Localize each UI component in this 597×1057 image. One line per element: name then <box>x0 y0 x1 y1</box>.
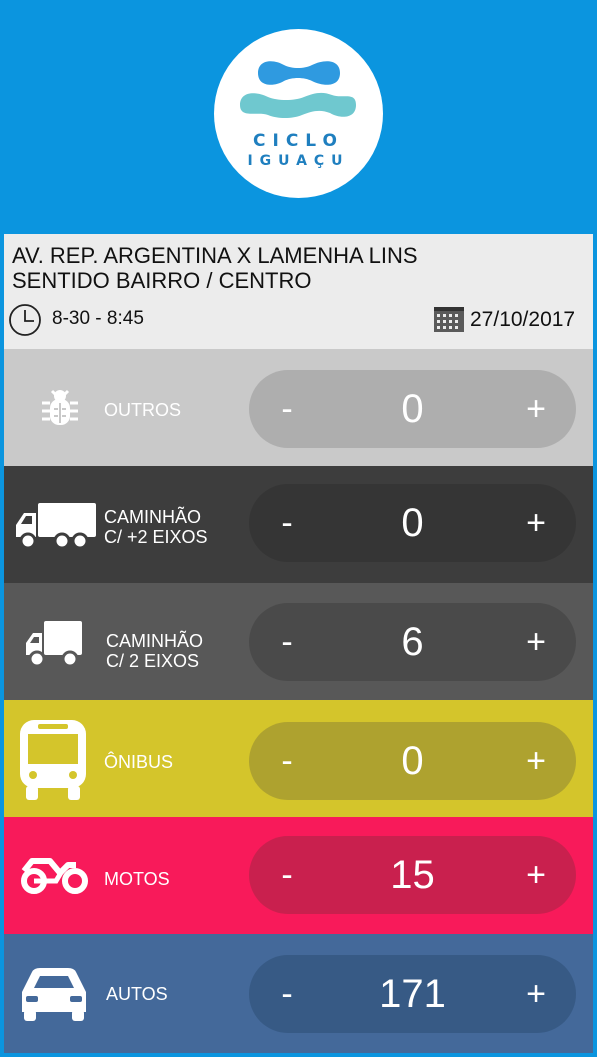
increment-button-onibus[interactable]: + <box>506 722 566 800</box>
increment-button-autos[interactable]: + <box>506 955 566 1033</box>
decrement-button-caminhao-2-eixos[interactable]: - <box>257 603 317 681</box>
motorcycle-icon <box>21 858 88 894</box>
increment-button-caminhao-2-eixos[interactable]: + <box>506 603 566 681</box>
bus-icon <box>20 720 86 800</box>
counter-row-outros: OUTROS - 0 + <box>4 349 593 466</box>
counter-stepper-onibus: - 0 + <box>249 722 576 800</box>
counter-stepper-outros: - 0 + <box>249 370 576 448</box>
small-truck-icon <box>26 621 82 668</box>
increment-button-outros[interactable]: + <box>506 370 566 448</box>
counter-label-autos: AUTOS <box>106 984 168 1004</box>
counter-label-onibus: ÔNIBUS <box>104 752 174 772</box>
counter-row-onibus: ÔNIBUS - 0 + <box>4 700 593 817</box>
ciclo-iguacu-logo: CICLO IGUAÇU <box>214 29 383 198</box>
decrement-button-outros[interactable]: - <box>257 370 317 448</box>
counter-row-autos: AUTOS - 171 + <box>4 934 593 1053</box>
logo-text-iguacu: IGUAÇU <box>247 153 350 169</box>
counter-label-caminhao-2-eixos: CAMINHÃO C/ 2 EIXOS <box>106 631 203 671</box>
bug-icon <box>42 389 78 425</box>
decrement-button-onibus[interactable]: - <box>257 722 317 800</box>
waves-icon <box>240 61 356 118</box>
info-panel: AV. REP. ARGENTINA X LAMENHA LINS SENTID… <box>4 234 593 349</box>
decrement-button-autos[interactable]: - <box>257 955 317 1033</box>
calendar-icon <box>434 307 464 332</box>
logo-text-ciclo: CICLO <box>253 131 344 151</box>
counter-stepper-motos: - 15 + <box>249 836 576 914</box>
counter-label-caminhao-3-eixos: CAMINHÃO C/ +2 EIXOS <box>104 507 208 547</box>
counter-stepper-caminhao-3-eixos: - 0 + <box>249 484 576 562</box>
location-direction: SENTIDO BAIRRO / CENTRO <box>12 268 312 293</box>
count-value-motos: 15 <box>390 853 435 897</box>
count-value-outros: 0 <box>401 387 424 431</box>
counter-label-motos: MOTOS <box>104 869 170 889</box>
truck-icon <box>16 503 96 550</box>
counter-label-outros: OUTROS <box>104 400 182 420</box>
clock-icon <box>9 304 41 336</box>
counter-label-line2: C/ +2 EIXOS <box>104 527 208 547</box>
date: 27/10/2017 <box>470 308 576 331</box>
counter-row-caminhao-2-eixos: CAMINHÃO C/ 2 EIXOS - 6 + <box>4 583 593 700</box>
count-value-caminhao-2-eixos: 6 <box>401 620 424 664</box>
counter-label-line1: CAMINHÃO <box>104 507 202 527</box>
counter-row-caminhao-3-eixos: CAMINHÃO C/ +2 EIXOS - 0 + <box>4 466 593 583</box>
counter-row-motos: MOTOS - 15 + <box>4 817 593 934</box>
increment-button-caminhao-3-eixos[interactable]: + <box>506 484 566 562</box>
car-icon <box>22 968 86 1021</box>
count-value-onibus: 0 <box>401 739 424 783</box>
increment-button-motos[interactable]: + <box>506 836 566 914</box>
counter-label-line1: CAMINHÃO <box>106 631 204 651</box>
counter-stepper-autos: - 171 + <box>249 955 576 1033</box>
decrement-button-caminhao-3-eixos[interactable]: - <box>257 484 317 562</box>
count-value-caminhao-3-eixos: 0 <box>401 501 424 545</box>
location-title: AV. REP. ARGENTINA X LAMENHA LINS <box>12 243 418 268</box>
counter-label-line2: C/ 2 EIXOS <box>106 651 200 671</box>
count-value-autos: 171 <box>379 972 446 1016</box>
time-range: 8-30 - 8:45 <box>52 308 144 329</box>
decrement-button-motos[interactable]: - <box>257 836 317 914</box>
counter-stepper-caminhao-2-eixos: - 6 + <box>249 603 576 681</box>
